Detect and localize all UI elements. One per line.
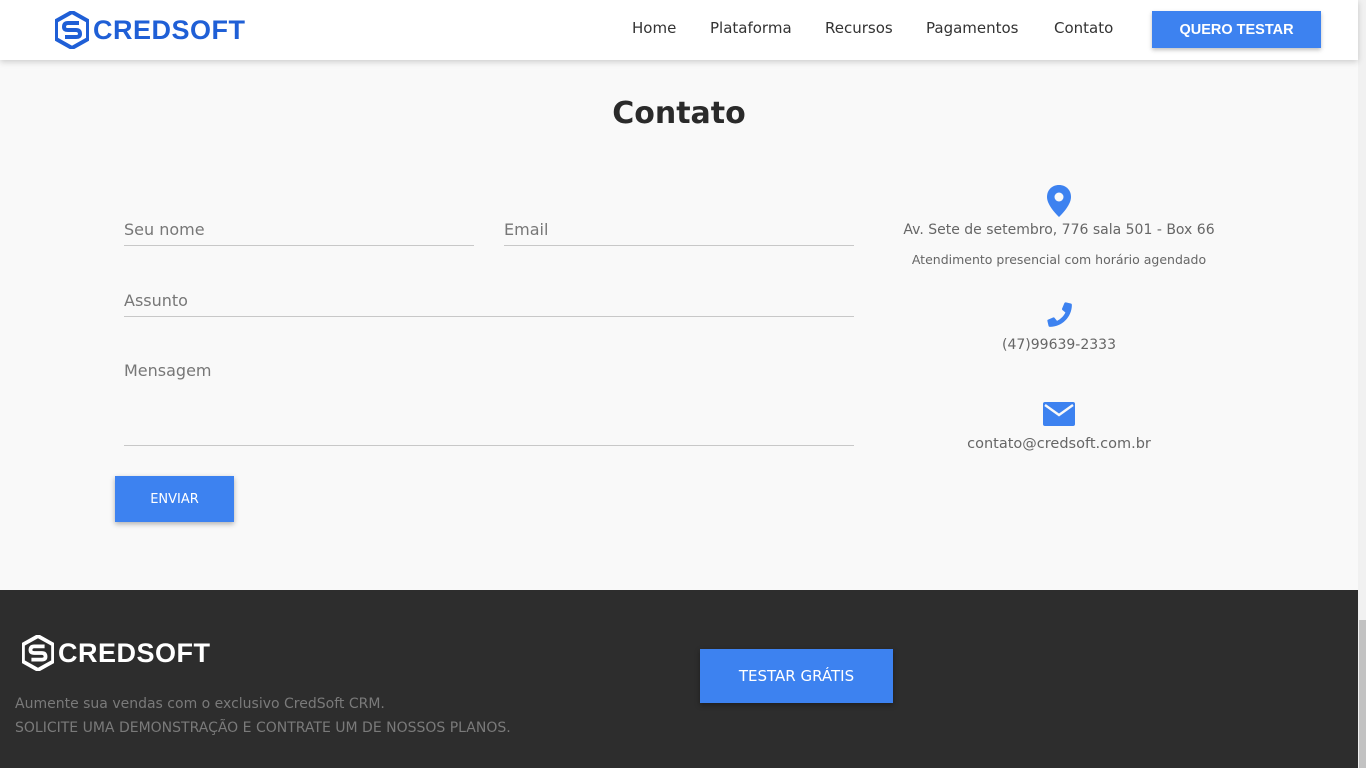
email-text[interactable]: contato@credsoft.com.br (880, 436, 1238, 452)
nav-plataforma[interactable]: Plataforma (710, 19, 792, 37)
footer-brand-name: CREDSOFT (58, 637, 211, 668)
location-pin-icon (1047, 185, 1071, 217)
top-navbar: CREDSOFT Home Plataforma Recursos Pagame… (0, 0, 1358, 60)
footer-cta-text: SOLICITE UMA DEMONSTRAÇÃO E CONTRATE UM … (15, 720, 511, 736)
testar-gratis-button[interactable]: TESTAR GRÁTIS (700, 649, 893, 703)
section-title: Contato (612, 96, 746, 131)
brand-name: CREDSOFT (93, 14, 246, 45)
envelope-icon (1043, 402, 1075, 426)
footer-tagline: Aumente sua vendas com o exclusivo CredS… (15, 696, 385, 712)
scrollbar-thumb[interactable] (1359, 620, 1366, 768)
nav-pagamentos[interactable]: Pagamentos (926, 19, 1019, 37)
nav-contato[interactable]: Contato (1054, 19, 1113, 37)
message-placeholder: Mensagem (124, 361, 212, 380)
subject-field[interactable]: Assunto (124, 286, 854, 317)
name-placeholder: Seu nome (124, 220, 205, 239)
footer-logo[interactable]: CREDSOFT (22, 635, 211, 671)
nav-home[interactable]: Home (632, 19, 676, 37)
email-field[interactable]: Email (504, 215, 854, 246)
email-placeholder: Email (504, 220, 549, 239)
nav-recursos[interactable]: Recursos (825, 19, 893, 37)
quero-testar-button[interactable]: QUERO TESTAR (1152, 11, 1321, 48)
send-button[interactable]: ENVIAR (115, 476, 234, 522)
credsoft-logo-icon (22, 635, 54, 671)
credsoft-logo-icon (55, 11, 89, 49)
name-field[interactable]: Seu nome (124, 215, 474, 246)
brand-logo[interactable]: CREDSOFT (55, 11, 246, 49)
phone-icon (1047, 302, 1072, 327)
footer: CREDSOFT Aumente sua vendas com o exclus… (0, 590, 1358, 768)
message-textarea[interactable]: Mensagem (124, 356, 854, 446)
address-text: Av. Sete de setembro, 776 sala 501 - Box… (903, 222, 1215, 238)
phone-text[interactable]: (47)99639-2333 (880, 337, 1238, 353)
address-note: Atendimento presencial com horário agend… (911, 252, 1207, 267)
subject-placeholder: Assunto (124, 291, 188, 310)
